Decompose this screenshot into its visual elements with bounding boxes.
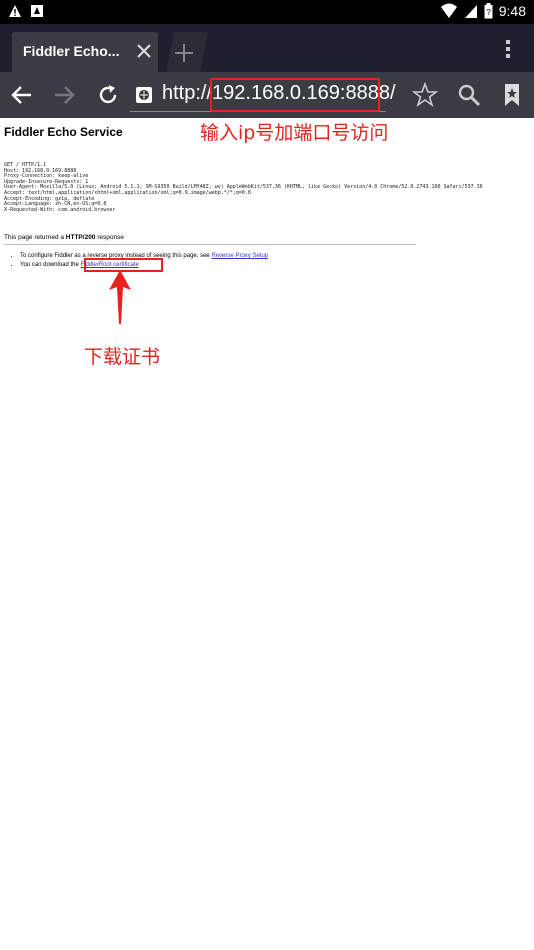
divider [4,244,416,245]
web-page: Fiddler Echo Service GET / HTTP/1.1 Host… [0,118,534,950]
bullet-text: You can download the [20,261,81,268]
bookmark-star-button[interactable] [410,80,440,110]
bookmarks-button[interactable] [497,80,527,110]
back-button[interactable] [7,80,37,110]
download-certificate-annotation: 下载证书 [84,346,161,368]
svg-text:?: ? [486,8,491,17]
site-favicon-icon [136,87,152,103]
status-prefix: This page returned a [4,234,66,241]
url-highlight-box [210,78,380,112]
status-suffix: response [95,234,124,241]
clock: 9:48 [498,3,526,19]
status-bar: ? 9:48 [0,0,534,24]
star-icon [412,82,438,108]
search-icon [458,84,481,107]
forward-arrow-icon [55,86,75,104]
page-title: Fiddler Echo Service [4,125,123,139]
reload-button[interactable] [93,80,123,110]
status-code: HTTP/200 [65,234,96,241]
download-icon [31,5,43,17]
battery-icon: ? [484,3,493,19]
tab-strip: Fiddler Echo... [0,24,534,72]
reverse-proxy-setup-link[interactable]: Reverse Proxy Setup [211,253,268,259]
up-arrow-icon [109,270,131,324]
request-headers: GET / HTTP/1.1 Host: 192.168.0.169:8888 … [4,162,483,213]
close-icon[interactable] [135,42,153,60]
new-tab-button[interactable] [160,32,208,72]
search-button[interactable] [454,80,484,110]
bookmark-icon [505,84,519,106]
browser-tab[interactable]: Fiddler Echo... [12,32,158,72]
overflow-menu-icon[interactable] [504,38,512,60]
refresh-icon [99,85,117,104]
signal-icon [464,5,477,18]
tab-title: Fiddler Echo... [23,43,120,59]
back-arrow-icon [11,86,31,104]
forward-button[interactable] [49,80,79,110]
wifi-icon [440,3,457,18]
url-hint-annotation: 输入ip号加端口号访问 [200,122,389,144]
response-status-line: This page returned a HTTP/200 response [4,234,124,241]
warning-icon [9,5,21,17]
